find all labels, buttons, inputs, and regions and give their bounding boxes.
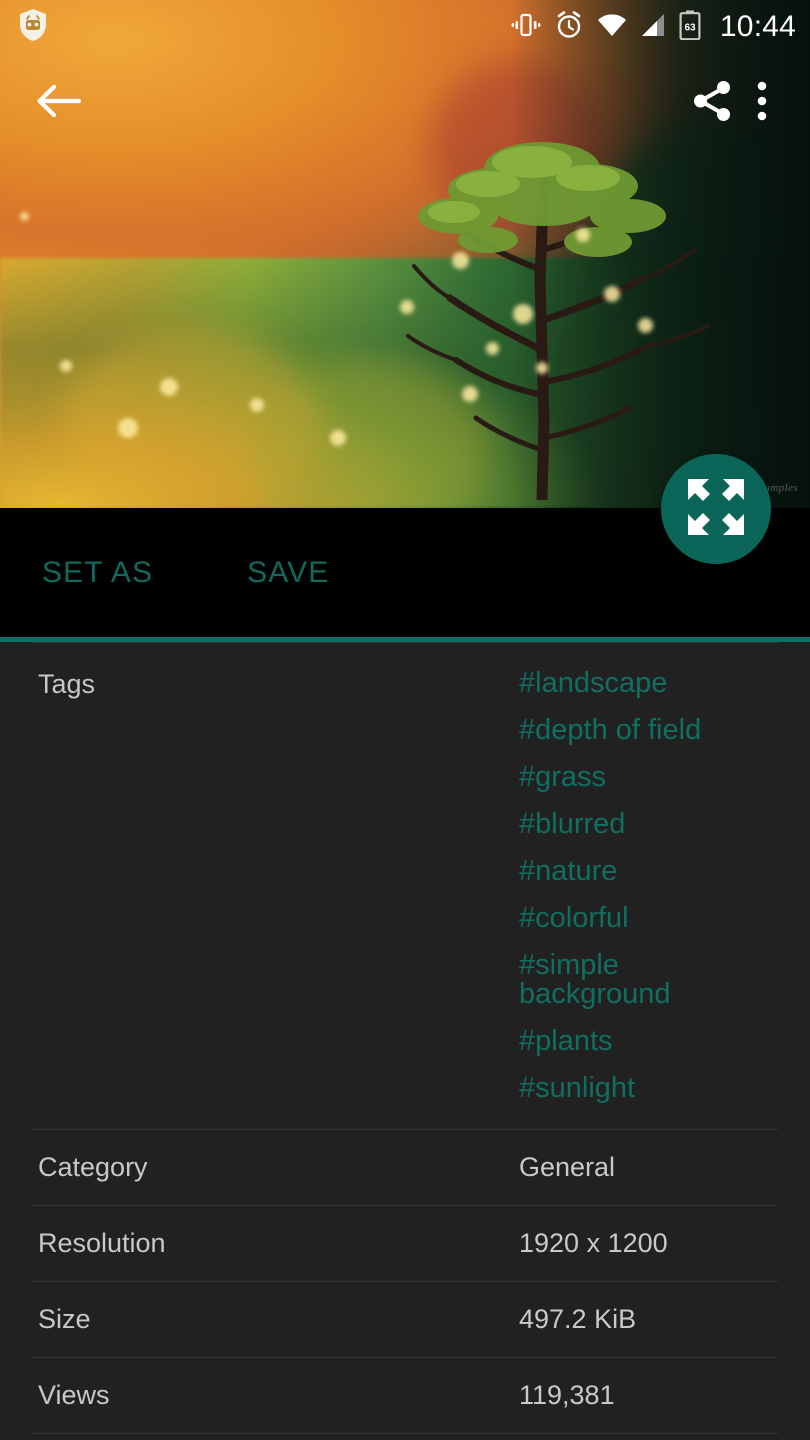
vibrate-icon — [511, 10, 541, 45]
save-button[interactable]: SAVE — [247, 556, 329, 590]
wifi-icon — [597, 13, 627, 42]
tag-link[interactable]: #landscape — [519, 669, 772, 698]
back-arrow-icon[interactable] — [30, 73, 86, 129]
svg-text:63: 63 — [684, 22, 696, 33]
tag-link[interactable]: #sunlight — [519, 1074, 772, 1103]
row-label: Views — [38, 1380, 110, 1411]
details-row-tags: Tags #landscape #depth of field #grass #… — [32, 642, 778, 1129]
tag-list: #landscape #depth of field #grass #blurr… — [519, 669, 772, 1103]
fullscreen-expand-icon — [685, 476, 747, 543]
row-label: Category — [38, 1152, 148, 1182]
row-value: General — [519, 1152, 616, 1182]
tag-link[interactable]: #simple background — [519, 951, 772, 1009]
tag-link[interactable]: #nature — [519, 857, 772, 886]
wallpaper-detail-screen: samples 63 10:44 SET AS SAVE Tags #lands… — [0, 0, 810, 1440]
status-bar-clock: 10:44 — [719, 10, 796, 43]
details-row-rating: Rating SFW — [32, 1433, 778, 1440]
share-icon[interactable] — [684, 73, 740, 129]
tag-link[interactable]: #blurred — [519, 810, 772, 839]
battery-icon: 63 — [679, 10, 701, 45]
tag-link[interactable]: #depth of field — [519, 716, 772, 745]
fullscreen-expand-fab[interactable] — [661, 454, 771, 564]
details-row-views: Views 119,381 — [32, 1357, 778, 1433]
tag-link[interactable]: #plants — [519, 1027, 772, 1056]
cellular-signal-icon — [640, 13, 666, 42]
top-app-bar — [0, 62, 810, 140]
set-as-button[interactable]: SET AS — [42, 556, 153, 590]
details-row-category: Category General — [32, 1129, 778, 1205]
tree-silhouette — [392, 120, 722, 500]
row-label: Size — [38, 1304, 91, 1335]
tag-link[interactable]: #grass — [519, 763, 772, 792]
status-bar: 63 10:44 — [0, 0, 810, 54]
tags-label: Tags — [38, 669, 96, 699]
details-panel: Tags #landscape #depth of field #grass #… — [0, 642, 810, 1440]
row-value: 1920 x 1200 — [519, 1228, 668, 1259]
row-value: 119,381 — [519, 1380, 615, 1411]
row-value: 497.2 KiB — [519, 1304, 637, 1335]
alarm-icon — [554, 10, 584, 45]
overflow-menu-icon[interactable] — [740, 73, 784, 129]
details-row-resolution: Resolution 1920 x 1200 — [32, 1205, 778, 1281]
row-label: Resolution — [38, 1228, 166, 1259]
details-row-size: Size 497.2 KiB — [32, 1281, 778, 1357]
privacy-guard-shield-icon — [18, 8, 48, 47]
tag-link[interactable]: #colorful — [519, 904, 772, 933]
